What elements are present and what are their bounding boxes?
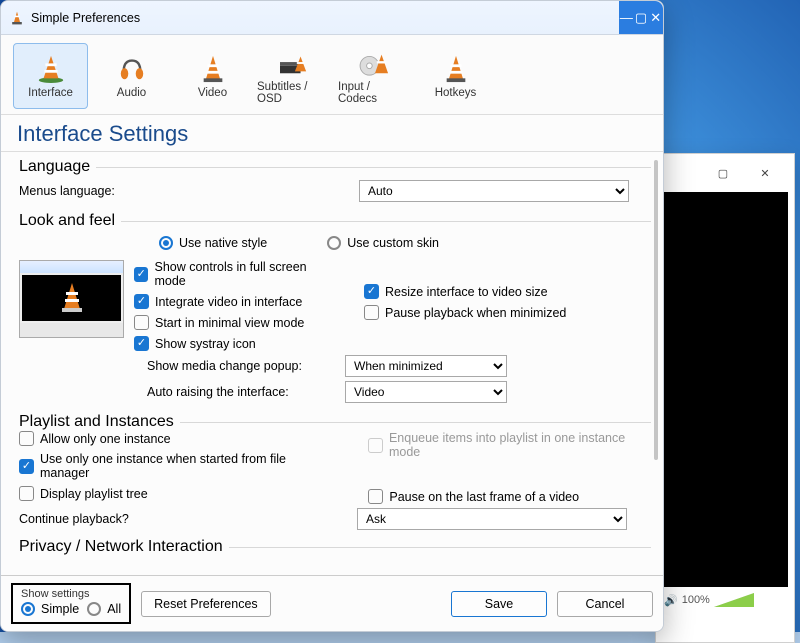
player-controls: 🔊 100% xyxy=(656,587,794,613)
check-systray[interactable]: Show systray icon xyxy=(134,336,334,351)
maximize-button[interactable]: ▢ xyxy=(634,10,649,26)
tab-label: Input / Codecs xyxy=(338,81,411,105)
check-label: Pause playback when minimized xyxy=(385,306,566,320)
check-one-instance[interactable]: Allow only one instance xyxy=(19,431,338,446)
check-label: Start in minimal view mode xyxy=(155,316,304,330)
check-label: Pause on the last frame of a video xyxy=(389,490,579,504)
group-privacy: Privacy / Network Interaction xyxy=(19,538,223,556)
continue-playback-label: Continue playback? xyxy=(19,512,357,526)
player-close-button[interactable]: ✕ xyxy=(744,159,786,187)
radio-label: Use native style xyxy=(179,236,267,250)
speaker-icon[interactable]: 🔊 xyxy=(664,594,678,607)
tab-strip: Interface Audio Video Subtitles / OSD In… xyxy=(1,35,663,115)
auto-raise-select[interactable]: Video xyxy=(345,381,507,403)
radio-label: All xyxy=(107,602,121,616)
preferences-window: Simple Preferences — ▢ ✕ Interface Audio… xyxy=(0,0,664,632)
check-label: Enqueue items into playlist in one insta… xyxy=(389,431,651,459)
tab-label: Interface xyxy=(28,87,73,99)
interface-preview xyxy=(19,260,124,338)
check-label: Show systray icon xyxy=(155,337,256,351)
check-show-controls[interactable]: Show controls in full screen mode xyxy=(134,260,334,288)
check-display-tree[interactable]: Display playlist tree xyxy=(19,486,338,501)
minimize-button[interactable]: — xyxy=(619,10,634,25)
page-heading: Interface Settings xyxy=(1,115,663,152)
cone-icon xyxy=(196,53,230,85)
footer: Show settings Simple All Reset Preferenc… xyxy=(1,575,663,631)
tab-input-codecs[interactable]: Input / Codecs xyxy=(337,43,412,109)
headphones-icon xyxy=(115,53,149,85)
menus-language-label: Menus language: xyxy=(19,184,359,198)
cone-icon xyxy=(439,53,473,85)
titlebar: Simple Preferences — ▢ ✕ xyxy=(1,1,663,35)
player-maximize-button[interactable]: ▢ xyxy=(702,159,744,187)
close-button[interactable]: ✕ xyxy=(648,10,663,26)
group-language: Language xyxy=(19,158,90,176)
check-integrate-video[interactable]: Integrate video in interface xyxy=(134,294,334,309)
check-one-from-fm[interactable]: Use only one instance when started from … xyxy=(19,452,338,480)
volume-percent: 100% xyxy=(682,594,710,606)
tab-video[interactable]: Video xyxy=(175,43,250,109)
check-enqueue: Enqueue items into playlist in one insta… xyxy=(368,431,651,459)
check-label: Resize interface to video size xyxy=(385,285,548,299)
radio-native-style[interactable]: Use native style xyxy=(159,236,267,250)
media-change-select[interactable]: When minimized xyxy=(345,355,507,377)
show-settings-box: Show settings Simple All xyxy=(11,583,131,624)
auto-raise-label: Auto raising the interface: xyxy=(147,385,337,399)
tab-label: Audio xyxy=(117,87,146,99)
radio-simple[interactable]: Simple xyxy=(21,602,79,616)
radio-all[interactable]: All xyxy=(87,602,121,616)
save-button[interactable]: Save xyxy=(451,591,547,617)
radio-label: Simple xyxy=(41,602,79,616)
scrollbar[interactable] xyxy=(651,160,661,575)
menus-language-select[interactable]: Auto xyxy=(359,180,629,202)
radio-custom-skin[interactable]: Use custom skin xyxy=(327,236,439,250)
tab-label: Subtitles / OSD xyxy=(257,81,330,105)
continue-playback-select[interactable]: Ask xyxy=(357,508,627,530)
check-pause-minimized[interactable]: Pause playback when minimized xyxy=(364,305,566,320)
settings-body: Language Menus language: Auto Look and f… xyxy=(1,152,663,575)
video-area xyxy=(662,192,788,587)
check-label: Display playlist tree xyxy=(40,487,148,501)
group-look: Look and feel xyxy=(19,212,115,230)
show-settings-label: Show settings xyxy=(21,588,121,600)
media-change-label: Show media change popup: xyxy=(147,359,337,373)
window-title: Simple Preferences xyxy=(31,11,140,25)
check-label: Allow only one instance xyxy=(40,432,171,446)
group-playlist: Playlist and Instances xyxy=(19,413,174,431)
check-label: Show controls in full screen mode xyxy=(154,260,334,288)
app-icon xyxy=(9,10,25,26)
reset-preferences-button[interactable]: Reset Preferences xyxy=(141,591,271,617)
cone-icon xyxy=(57,281,87,315)
disc-cone-icon xyxy=(358,47,392,79)
check-label: Integrate video in interface xyxy=(155,295,302,309)
tab-subtitles[interactable]: Subtitles / OSD xyxy=(256,43,331,109)
cone-icon xyxy=(34,53,68,85)
check-resize-interface[interactable]: Resize interface to video size xyxy=(364,284,566,299)
radio-label: Use custom skin xyxy=(347,236,439,250)
vlc-player-window: ▢ ✕ 🔊 100% xyxy=(655,153,795,643)
volume-slider[interactable] xyxy=(714,593,754,607)
tab-hotkeys[interactable]: Hotkeys xyxy=(418,43,493,109)
tab-interface[interactable]: Interface xyxy=(13,43,88,109)
tab-label: Video xyxy=(198,87,227,99)
cancel-button[interactable]: Cancel xyxy=(557,591,653,617)
check-label: Use only one instance when started from … xyxy=(40,452,338,480)
check-pause-last-frame[interactable]: Pause on the last frame of a video xyxy=(368,489,651,504)
clapper-cone-icon xyxy=(277,47,311,79)
tab-label: Hotkeys xyxy=(435,87,477,99)
tab-audio[interactable]: Audio xyxy=(94,43,169,109)
check-start-minimal[interactable]: Start in minimal view mode xyxy=(134,315,334,330)
